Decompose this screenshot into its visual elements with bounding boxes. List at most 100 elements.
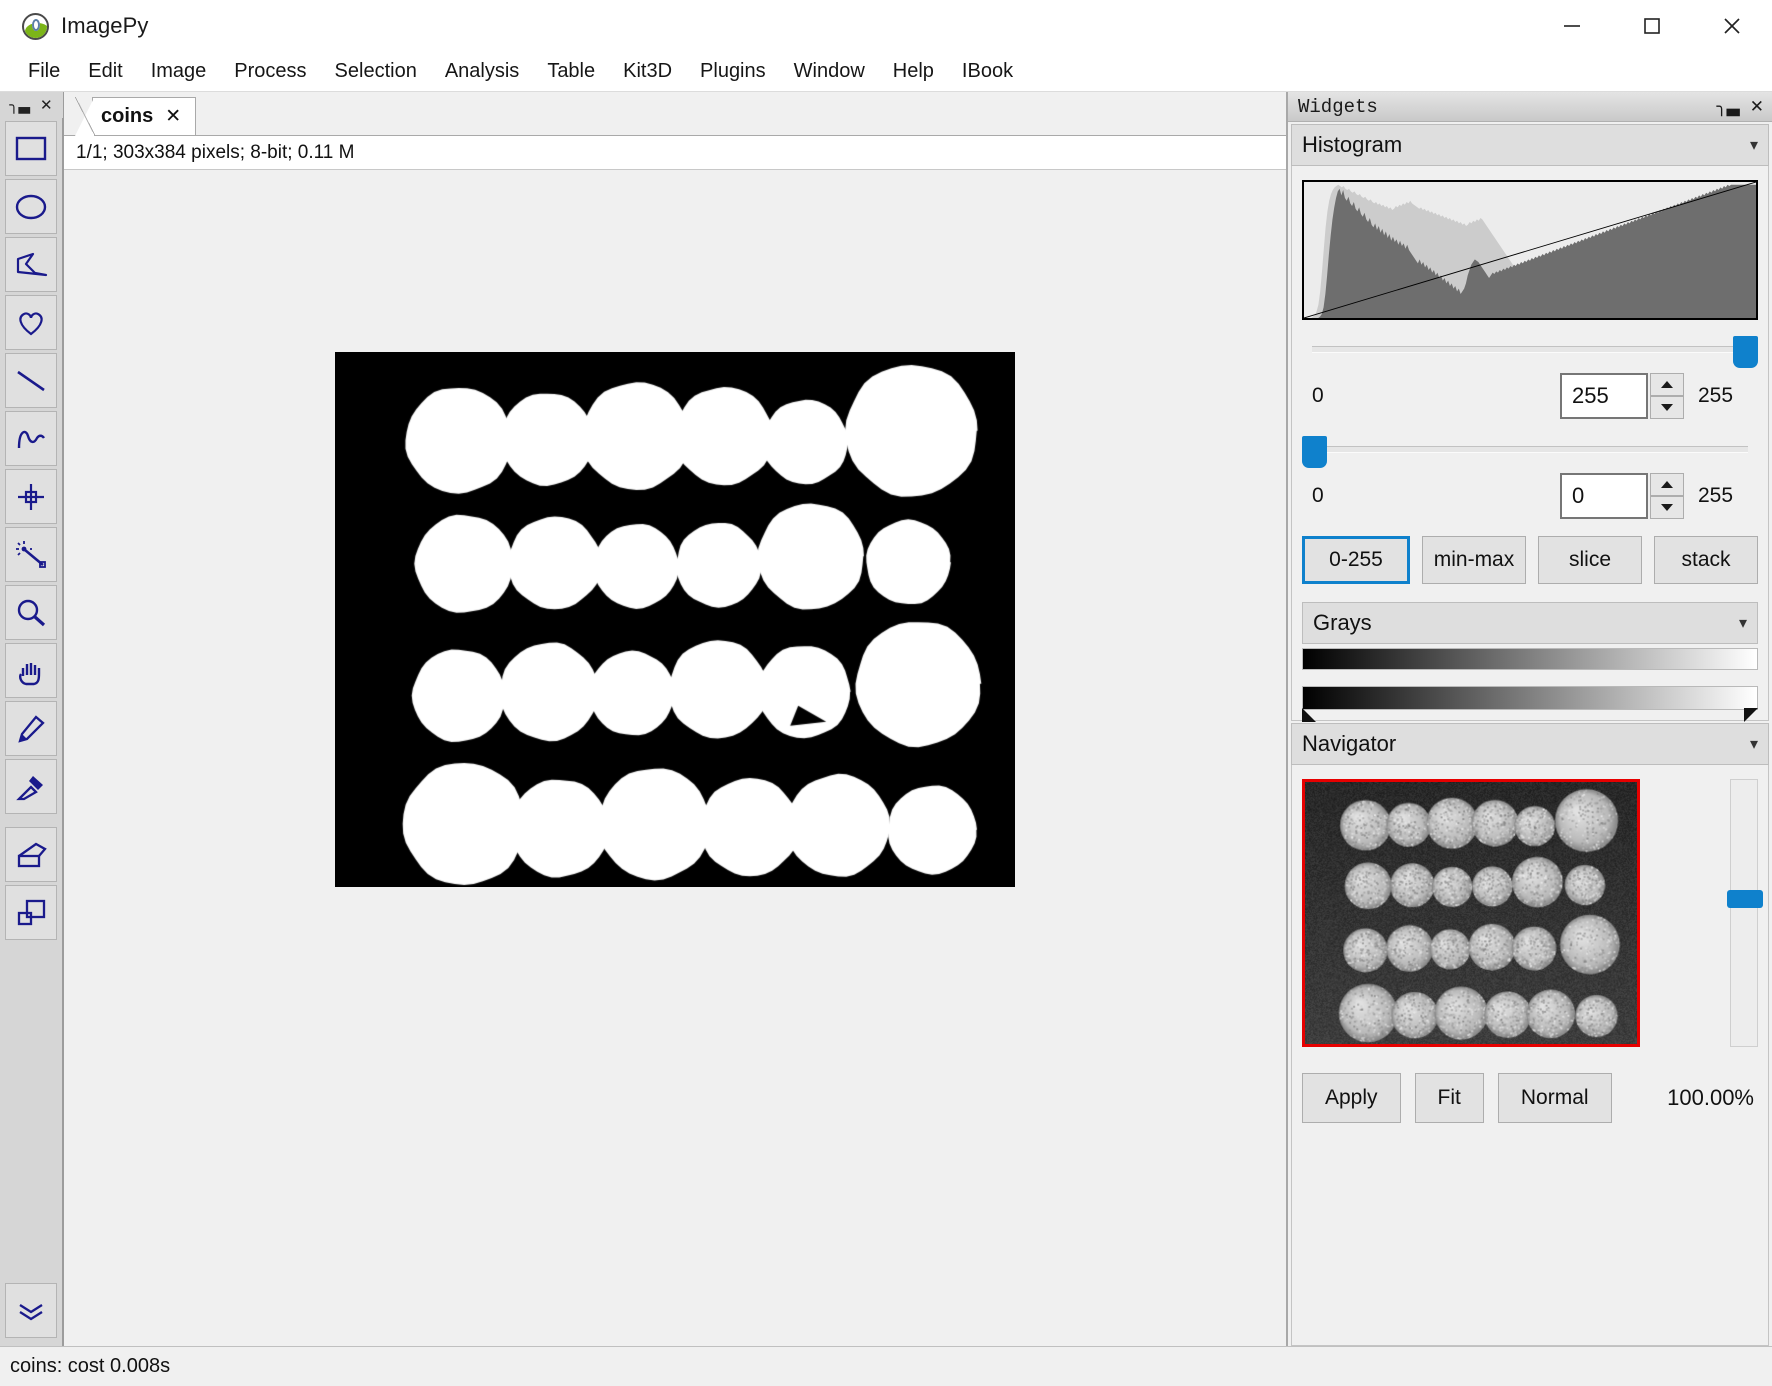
tab-close-icon[interactable]: ✕ — [165, 105, 181, 128]
menu-plugins[interactable]: Plugins — [686, 56, 780, 87]
normal-button[interactable]: Normal — [1498, 1073, 1612, 1123]
image-canvas-area[interactable] — [64, 170, 1286, 1346]
max-slider-max-label: 255 — [1698, 384, 1758, 408]
colormap-label: Grays — [1313, 610, 1372, 636]
min-slider-max-label: 255 — [1698, 484, 1758, 508]
rectangle-icon — [14, 134, 48, 164]
coins-grayscale-thumbnail[interactable] — [1305, 782, 1637, 1044]
pin-icon[interactable]: ╮▃ — [9, 98, 30, 113]
rectangle-select-tool[interactable] — [5, 121, 57, 176]
histogram-section-header[interactable]: Histogram ▾ — [1291, 124, 1769, 166]
maximize-button[interactable] — [1612, 0, 1692, 52]
menu-table[interactable]: Table — [533, 56, 609, 87]
ellipse-icon — [14, 192, 48, 222]
title-bar: ImagePy — [0, 0, 1772, 52]
menu-process[interactable]: Process — [220, 56, 320, 87]
point-tool[interactable] — [5, 469, 57, 524]
line-icon — [14, 366, 48, 396]
menu-edit[interactable]: Edit — [74, 56, 136, 87]
min-value-row: 0 0 255 — [1302, 472, 1758, 520]
zoom-level-label: 100.00% — [1667, 1085, 1758, 1111]
menu-image[interactable]: Image — [137, 56, 221, 87]
max-value-stepper[interactable]: 255 — [1560, 373, 1684, 419]
polyline-curve-tool[interactable] — [5, 411, 57, 466]
colormap-select[interactable]: Grays ▾ — [1302, 602, 1758, 644]
chevron-down-icon[interactable]: ▾ — [1750, 734, 1758, 754]
max-value-input[interactable]: 255 — [1560, 373, 1648, 419]
widgets-close-icon[interactable]: ✕ — [1750, 97, 1764, 117]
widgets-pin-icon[interactable]: ╮▃ — [1716, 97, 1739, 117]
max-value-increment-button[interactable] — [1650, 373, 1684, 396]
tab-coins[interactable]: coins ✕ — [92, 97, 196, 135]
ellipse-select-tool[interactable] — [5, 179, 57, 234]
paint-bucket-icon — [14, 840, 48, 870]
chevron-down-icon[interactable]: ▾ — [1739, 613, 1747, 633]
colormap-preview-bar — [1302, 648, 1758, 670]
range-slice-button[interactable]: slice — [1538, 536, 1642, 584]
fill-tool[interactable] — [5, 827, 57, 882]
color-picker-tool[interactable] — [5, 759, 57, 814]
line-tool[interactable] — [5, 353, 57, 408]
status-text: coins: cost 0.008s — [10, 1355, 170, 1378]
hand-icon — [15, 656, 47, 686]
polygon-select-tool[interactable] — [5, 237, 57, 292]
colormap-range-bar[interactable] — [1302, 686, 1758, 710]
max-range-slider[interactable] — [1302, 338, 1758, 360]
close-button[interactable] — [1692, 0, 1772, 52]
menu-ibook[interactable]: IBook — [948, 56, 1027, 87]
window-controls — [1532, 0, 1772, 52]
status-bar: coins: cost 0.008s — [0, 1346, 1772, 1386]
colormap-right-handle[interactable] — [1744, 708, 1758, 722]
range-stack-button[interactable]: stack — [1654, 536, 1758, 584]
navigator-thumbnail[interactable] — [1302, 779, 1640, 1047]
menu-help[interactable]: Help — [879, 56, 948, 87]
menu-analysis[interactable]: Analysis — [431, 56, 533, 87]
navigator-vertical-scrollbar[interactable] — [1730, 779, 1758, 1047]
min-value-increment-button[interactable] — [1650, 473, 1684, 496]
navigator-scroll-thumb[interactable] — [1727, 890, 1763, 908]
min-slider-thumb[interactable] — [1302, 436, 1327, 468]
more-tools-button[interactable] — [5, 1283, 57, 1338]
chevron-down-icon[interactable]: ▾ — [1750, 135, 1758, 155]
min-value-decrement-button[interactable] — [1650, 496, 1684, 519]
close-icon[interactable]: ✕ — [40, 98, 53, 113]
apply-button[interactable]: Apply — [1302, 1073, 1401, 1123]
menu-kit3d[interactable]: Kit3D — [609, 56, 686, 87]
freehand-select-tool[interactable] — [5, 295, 57, 350]
pencil-tool[interactable] — [5, 701, 57, 756]
range-min-max-button[interactable]: min-max — [1422, 536, 1526, 584]
min-slider-track[interactable] — [1312, 446, 1748, 453]
min-value-input[interactable]: 0 — [1560, 473, 1648, 519]
two-squares-icon — [14, 898, 48, 928]
imagepy-logo-icon — [22, 13, 49, 40]
min-range-slider[interactable] — [1302, 438, 1758, 460]
pan-tool[interactable] — [5, 643, 57, 698]
arrow-up-icon — [1661, 481, 1673, 488]
max-value-decrement-button[interactable] — [1650, 396, 1684, 419]
colormap-left-handle[interactable] — [1302, 708, 1316, 722]
arrow-down-icon — [1661, 404, 1673, 411]
chevrons-down-icon — [16, 1298, 46, 1324]
fit-button[interactable]: Fit — [1415, 1073, 1484, 1123]
menu-window[interactable]: Window — [780, 56, 879, 87]
min-value-stepper[interactable]: 0 — [1560, 473, 1684, 519]
navigator-section-header[interactable]: Navigator ▾ — [1291, 723, 1769, 765]
coins-binary-mask-image[interactable] — [335, 352, 1015, 887]
tab-label: coins — [101, 105, 153, 128]
menu-file[interactable]: File — [14, 56, 74, 87]
max-slider-thumb[interactable] — [1733, 336, 1758, 368]
widgets-title: Widgets — [1298, 96, 1378, 118]
menu-selection[interactable]: Selection — [321, 56, 431, 87]
max-slider-track[interactable] — [1312, 346, 1748, 353]
shape-overlay-tool[interactable] — [5, 885, 57, 940]
range-0-255-button[interactable]: 0-255 — [1302, 536, 1410, 584]
magic-wand-tool[interactable] — [5, 527, 57, 582]
range-preset-buttons: 0-255 min-max slice stack — [1302, 536, 1758, 584]
pencil-icon — [15, 714, 47, 744]
minimize-button[interactable] — [1532, 0, 1612, 52]
zoom-tool[interactable] — [5, 585, 57, 640]
minimize-icon — [1560, 14, 1584, 38]
max-value-row: 0 255 255 — [1302, 372, 1758, 420]
wave-icon — [14, 424, 48, 454]
canvas-panel: coins ✕ 1/1; 303x384 pixels; 8-bit; 0.11… — [64, 92, 1288, 1346]
